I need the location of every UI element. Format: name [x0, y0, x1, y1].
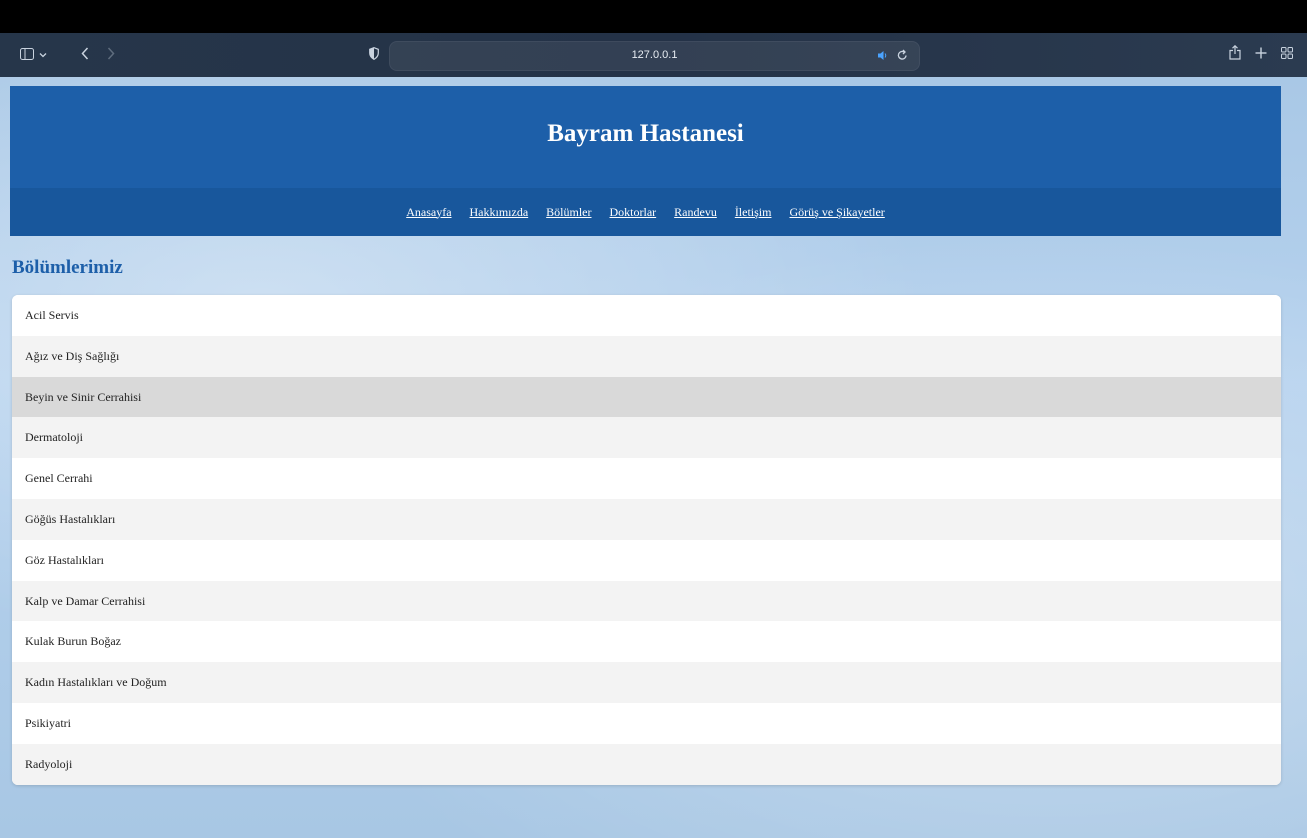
tab-overview-icon[interactable]: [1281, 47, 1293, 62]
department-item[interactable]: Psikiyatri: [12, 702, 1281, 744]
department-item[interactable]: Dermatoloji: [12, 417, 1281, 459]
nav-link-bolumler[interactable]: Bölümler: [546, 205, 591, 220]
nav-link-iletisim[interactable]: İletişim: [735, 205, 772, 220]
url-text: 127.0.0.1: [631, 49, 678, 61]
screen-top-bar: [0, 0, 1307, 33]
sidebar-icon[interactable]: [20, 48, 34, 63]
forward-icon[interactable]: [107, 47, 115, 63]
site-header: Bayram Hastanesi Anasayfa Hakkımızda Böl…: [10, 86, 1281, 236]
department-list: Acil Servis Ağız ve Diş Sağlığı Beyin ve…: [12, 295, 1281, 785]
department-item[interactable]: Göz Hastalıkları: [12, 539, 1281, 581]
department-item[interactable]: Ağız ve Diş Sağlığı: [12, 335, 1281, 377]
department-item[interactable]: Beyin ve Sinir Cerrahisi: [12, 376, 1281, 418]
page-viewport: Bayram Hastanesi Anasayfa Hakkımızda Böl…: [0, 77, 1307, 838]
reload-icon[interactable]: [897, 49, 908, 64]
nav-link-anasayfa[interactable]: Anasayfa: [406, 205, 451, 220]
back-icon[interactable]: [81, 47, 89, 63]
site-title: Bayram Hastanesi: [547, 120, 744, 147]
department-item[interactable]: Göğüs Hastalıkları: [12, 498, 1281, 540]
department-item[interactable]: Kulak Burun Boğaz: [12, 621, 1281, 663]
department-item[interactable]: Acil Servis: [12, 295, 1281, 336]
browser-toolbar: 127.0.0.1: [0, 33, 1307, 77]
nav-link-randevu[interactable]: Randevu: [674, 205, 717, 220]
nav-link-gorus-sikayetler[interactable]: Görüş ve Şikayetler: [789, 205, 884, 220]
share-icon[interactable]: [1229, 44, 1241, 63]
chevron-down-icon[interactable]: [39, 49, 47, 62]
department-item[interactable]: Genel Cerrahi: [12, 458, 1281, 499]
new-tab-icon[interactable]: [1255, 47, 1267, 62]
audio-icon[interactable]: [877, 50, 889, 64]
department-item[interactable]: Kadın Hastalıkları ve Doğum: [12, 662, 1281, 703]
main-nav: Anasayfa Hakkımızda Bölümler Doktorlar R…: [10, 188, 1281, 236]
shield-icon[interactable]: [369, 47, 379, 63]
nav-link-hakkimizda[interactable]: Hakkımızda: [470, 205, 529, 220]
address-bar[interactable]: 127.0.0.1: [389, 41, 920, 71]
department-item[interactable]: Radyoloji: [12, 743, 1281, 785]
nav-link-doktorlar[interactable]: Doktorlar: [610, 205, 657, 220]
department-item[interactable]: Kalp ve Damar Cerrahisi: [12, 580, 1281, 622]
section-title: Bölümlerimiz: [12, 257, 123, 278]
